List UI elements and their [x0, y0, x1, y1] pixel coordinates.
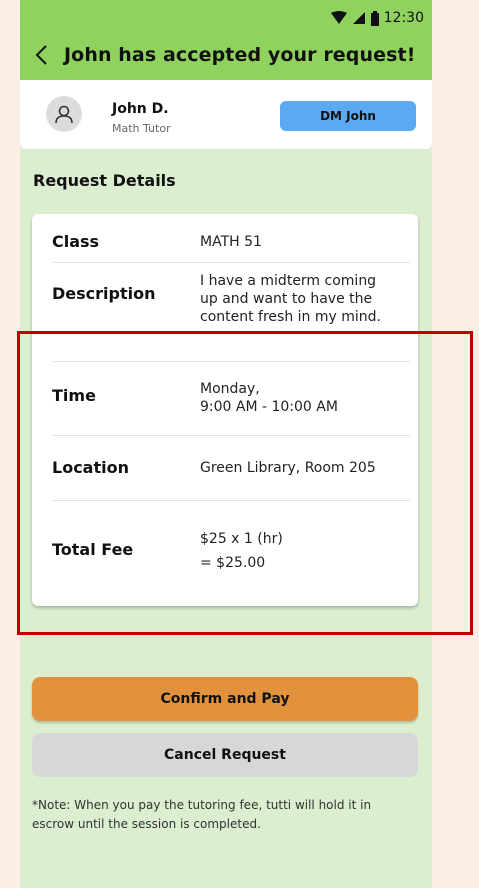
- note-line: *Note: When you pay the tutoring fee, tu…: [32, 798, 372, 812]
- status-time: 12:30: [383, 10, 424, 26]
- page-title: John has accepted your request!: [64, 44, 416, 66]
- location-label: Location: [52, 458, 129, 477]
- time-line: 9:00 AM - 10:00 AM: [200, 399, 338, 415]
- divider: [52, 500, 410, 501]
- fee-line: $25 x 1 (hr): [200, 531, 283, 547]
- dm-button[interactable]: DM John: [280, 101, 416, 131]
- wifi-icon: [330, 11, 348, 25]
- confirm-and-pay-button[interactable]: Confirm and Pay: [32, 677, 418, 721]
- class-label: Class: [52, 232, 100, 251]
- note-line: escrow until the session is completed.: [32, 817, 261, 831]
- user-avatar-icon: [46, 96, 82, 132]
- divider: [52, 435, 410, 436]
- tutor-card: John D. Math Tutor DM John: [20, 80, 432, 149]
- section-title: Request Details: [33, 171, 176, 190]
- total-fee-label: Total Fee: [52, 540, 134, 559]
- time-label: Time: [52, 386, 96, 405]
- divider: [52, 262, 410, 263]
- description-row: Description I have a midterm coming up a…: [32, 270, 418, 360]
- tutor-role: Math Tutor: [112, 122, 171, 135]
- total-fee-row: Total Fee $25 x 1 (hr) = $25.00: [32, 504, 418, 604]
- divider: [52, 361, 410, 362]
- description-line: up and want to have the: [200, 291, 373, 307]
- fee-line: = $25.00: [200, 555, 266, 571]
- phone-screen: 12:30 John has accepted your request! Jo…: [20, 0, 432, 888]
- title-row: John has accepted your request!: [30, 38, 415, 72]
- tutor-name: John D.: [112, 101, 169, 117]
- cancel-request-button[interactable]: Cancel Request: [32, 733, 418, 777]
- location-value: Green Library, Room 205: [200, 460, 376, 476]
- time-row: Time Monday, 9:00 AM - 10:00 AM: [32, 364, 418, 434]
- time-line: Monday,: [200, 381, 260, 397]
- escrow-note: *Note: When you pay the tutoring fee, tu…: [32, 796, 418, 834]
- request-details-card: Class MATH 51 Description I have a midte…: [32, 214, 418, 606]
- description-line: content fresh in my mind.: [200, 309, 381, 325]
- description-line: I have a midterm coming: [200, 273, 377, 289]
- description-label: Description: [52, 284, 156, 303]
- class-value: MATH 51: [200, 234, 262, 250]
- battery-icon: [370, 10, 380, 26]
- status-bar: 12:30: [330, 8, 424, 28]
- back-chevron-icon[interactable]: [30, 41, 52, 69]
- signal-icon: [352, 11, 366, 25]
- location-row: Location Green Library, Room 205: [32, 438, 418, 500]
- header-bar: 12:30 John has accepted your request!: [20, 0, 432, 80]
